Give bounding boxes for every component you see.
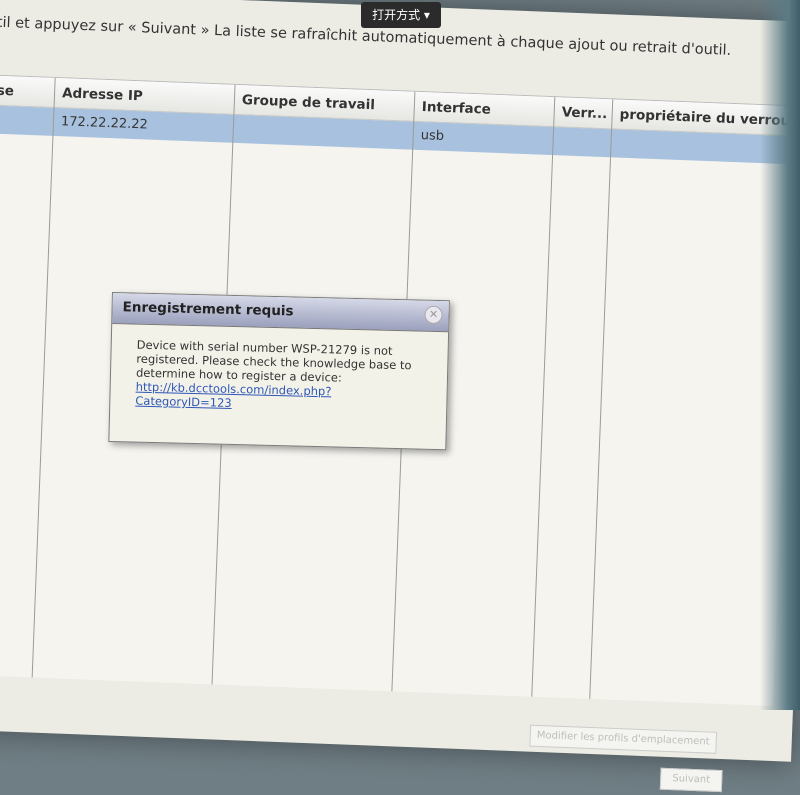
cell-interface: usb [420, 128, 445, 144]
next-button[interactable]: Suivant [659, 767, 723, 793]
column-header-caisse[interactable]: isse [0, 74, 55, 108]
dialog-title-bar[interactable]: Enregistrement requis ✕ [112, 293, 449, 333]
column-divider [31, 77, 56, 678]
column-header-lock[interactable]: Verr... [553, 97, 613, 130]
knowledge-base-link[interactable]: http://kb.dcctools.com/index.php?Categor… [135, 380, 331, 410]
dialog-message: Device with serial number WSP-21279 is n… [135, 338, 427, 415]
chevron-down-icon: ▾ [423, 8, 430, 22]
dialog-title: Enregistrement requis [122, 299, 294, 320]
close-icon[interactable]: ✕ [424, 305, 443, 325]
open-with-label: 打开方式 [372, 8, 421, 22]
column-divider [531, 97, 556, 697]
cell-ip: 172.22.22.22 [60, 114, 149, 133]
registration-required-dialog: Enregistrement requis ✕ Device with seri… [108, 292, 450, 451]
monitor-bezel [760, 0, 800, 710]
modify-location-profiles-button[interactable]: Modifier les profils d'emplacement [529, 724, 718, 754]
dialog-message-text: Device with serial number WSP-21279 is n… [135, 337, 412, 385]
column-divider [589, 99, 614, 699]
open-with-button[interactable]: 打开方式 ▾ [361, 2, 441, 28]
